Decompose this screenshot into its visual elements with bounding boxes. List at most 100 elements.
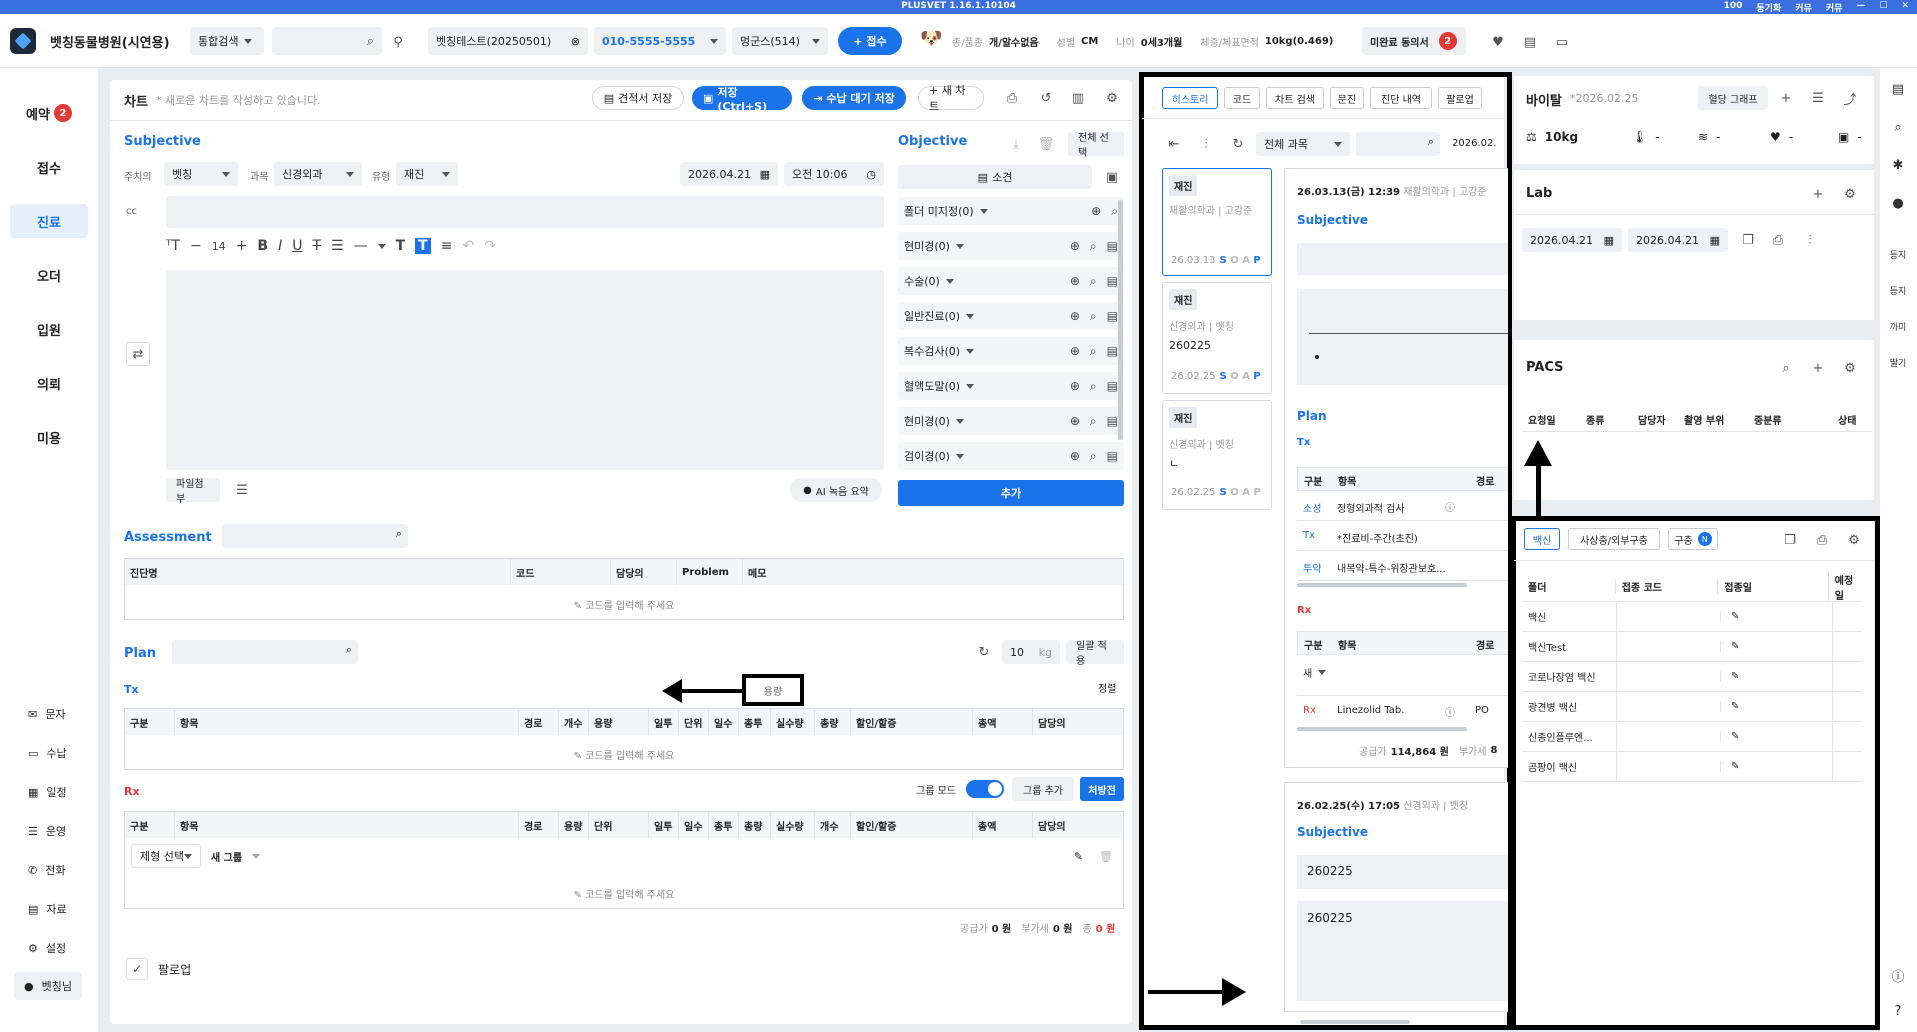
select-all-button[interactable]: 전체 선택 — [1068, 132, 1124, 159]
minimize-icon[interactable]: — — [1856, 1, 1865, 14]
chart-icon[interactable]: ⤴ — [1838, 86, 1862, 110]
assessment-search-input[interactable]: ⌕ — [222, 524, 408, 548]
zoom-icon[interactable]: ⌕ — [1090, 414, 1097, 429]
tab-diagnosis-history[interactable]: 진단 내역 — [1370, 87, 1432, 109]
payment-wait-save-button[interactable]: ⇥ 수납 대기 저장 — [802, 86, 906, 110]
italic-icon[interactable]: I — [278, 238, 282, 254]
columns-icon[interactable]: ▥ — [1066, 86, 1090, 110]
sort-button[interactable]: 정렬 — [1098, 680, 1116, 695]
tab-history[interactable]: 히스토리 — [1162, 87, 1218, 109]
print-icon[interactable]: ⎙ — [1766, 228, 1790, 252]
chevron-down-icon[interactable] — [377, 243, 386, 249]
align-icon[interactable]: ≡ — [441, 238, 453, 254]
gear-icon[interactable]: ⚙ — [1842, 528, 1866, 552]
empty-row[interactable]: ✎ 코드를 입력해 주세요 — [125, 747, 1123, 762]
quick-patient[interactable]: 등지 — [1880, 284, 1916, 297]
table-row[interactable]: 코로나장염 백신 ✎ — [1522, 661, 1862, 692]
redo-icon[interactable]: ↷ — [484, 238, 496, 254]
zoom-icon[interactable]: ⌕ — [1090, 309, 1097, 324]
consent-button[interactable]: 미완료 동의서 2 — [1362, 27, 1466, 55]
card-icon[interactable]: ▭ — [1550, 30, 1574, 54]
scrollbar[interactable] — [1300, 1020, 1410, 1024]
list-icon[interactable]: ☰ — [331, 238, 344, 254]
sync-button[interactable]: 동기화 — [1756, 1, 1781, 14]
sidebar-item-settings[interactable]: ⚙ 설정 — [28, 940, 66, 956]
sidebar-item-schedule[interactable]: ▦ 일정 — [28, 784, 67, 800]
cc-input[interactable] — [166, 196, 884, 228]
print-icon[interactable]: ⎙ — [1000, 86, 1024, 110]
edit-icon[interactable]: ✎ — [1720, 731, 1832, 742]
new-chart-button[interactable]: + 새 차트 — [918, 84, 984, 113]
weight-input[interactable]: 10 kg — [1002, 640, 1060, 664]
tab-deworming[interactable]: 구충 N — [1668, 528, 1718, 550]
sidebar-item-operation[interactable]: ☰ 운영 — [28, 823, 66, 839]
list-icon[interactable]: ☰ — [1806, 86, 1830, 110]
history-card[interactable]: 재진 재활의학과 | 고강준 26.03.13 S O A P — [1162, 168, 1272, 276]
history-card[interactable]: 재진 신경외과 | 벳칭 ㄴ 26.02.25 S O A P — [1162, 400, 1272, 510]
date-input[interactable]: 2026.04.21 ▦ — [680, 162, 778, 186]
add-icon[interactable]: ⊕ — [1091, 204, 1101, 219]
estimate-save-button[interactable]: ▤ 견적서 저장 — [592, 86, 684, 110]
sidebar-item-user[interactable]: ● 벳칭님 — [14, 972, 82, 1000]
sidebar-item-reservation[interactable]: 예약 2 — [10, 96, 88, 130]
underline-icon[interactable]: U — [292, 238, 302, 254]
phone-select[interactable]: 010-5555-5555 — [594, 27, 726, 55]
clear-icon[interactable]: ⊗ — [571, 35, 580, 48]
scrollbar[interactable] — [1297, 727, 1467, 731]
group-add-button[interactable]: 그룹 추가 — [1012, 777, 1074, 801]
empty-row[interactable]: ✎ 코드를 입력해 주세요 — [125, 886, 1123, 901]
zoom-icon[interactable]: ⌕ — [1090, 449, 1097, 464]
form-select[interactable]: 제형 선택 — [131, 844, 201, 868]
list-icon[interactable]: ☰ — [230, 478, 254, 502]
sidebar-item-grooming[interactable]: 미용 — [10, 420, 88, 454]
trash-icon[interactable]: 🗑 — [1099, 850, 1113, 863]
info-icon[interactable]: ⓘ — [1880, 966, 1916, 985]
plan-search-input[interactable]: ⌕ — [172, 640, 358, 664]
sidebar-item-data[interactable]: ▤ 자료 — [28, 901, 67, 917]
gear-icon[interactable]: ⚙ — [1838, 182, 1862, 206]
collapse-icon[interactable]: ⇤ — [1162, 132, 1186, 156]
zoom-icon[interactable]: ⌕ — [1774, 356, 1798, 380]
save-button[interactable]: ▣ 저장(Ctrl+S) — [692, 86, 792, 113]
refresh-icon[interactable]: ↻ — [972, 640, 996, 664]
followup-toggle[interactable]: ✓ 팔로업 — [126, 958, 191, 980]
paw-icon[interactable]: ✱ — [1880, 158, 1916, 173]
objective-folder-row[interactable]: 일반진료(0) ⊕ ⌕ ▤ — [898, 302, 1124, 330]
add-icon[interactable]: + — [1806, 356, 1830, 380]
attach-file-button[interactable]: 파일첨부 — [166, 478, 220, 505]
copy-icon[interactable]: ❐ — [1778, 528, 1802, 552]
print-icon[interactable]: ⎙ — [1810, 528, 1834, 552]
table-row[interactable]: 백신Test ✎ — [1522, 631, 1862, 662]
tab-followup[interactable]: 팔로업 — [1438, 87, 1482, 109]
doctor-select[interactable]: 벳칭 — [164, 162, 238, 186]
add-icon[interactable]: ⊕ — [1070, 344, 1080, 359]
time-input[interactable]: 오전 10:06 ◷ — [784, 162, 884, 186]
sidebar-item-admission[interactable]: 입원 — [10, 312, 88, 346]
pet-select[interactable]: 멍군스(514) — [732, 27, 828, 55]
document-icon[interactable]: ▤ — [1107, 344, 1118, 359]
add-icon[interactable]: ⊕ — [1070, 239, 1080, 254]
quick-patient[interactable]: 까미 — [1880, 320, 1916, 333]
table-row[interactable]: 곰팡이 백신 ✎ — [1522, 751, 1862, 782]
add-icon[interactable]: + — [1806, 182, 1830, 206]
notify-button[interactable]: 커뮤 — [1795, 1, 1812, 14]
advanced-search-icon[interactable]: ⚲ — [386, 30, 410, 54]
add-icon[interactable]: ⊕ — [1070, 274, 1080, 289]
info-icon[interactable]: ⓘ — [1445, 499, 1455, 514]
gear-icon[interactable]: ⚙ — [1838, 356, 1862, 380]
sidebar-item-phone[interactable]: ✆ 전화 — [28, 862, 65, 878]
history-icon[interactable]: ↺ — [1034, 86, 1058, 110]
trash-icon[interactable]: 🗑 — [1034, 132, 1058, 156]
sidebar-item-payment[interactable]: ▭ 수납 — [28, 745, 67, 761]
lab-to-date[interactable]: 2026.04.21 ▦ — [1628, 228, 1728, 252]
refresh-icon[interactable]: ↻ — [1226, 132, 1250, 156]
add-icon[interactable]: ⊕ — [1070, 414, 1080, 429]
search-type-select[interactable]: 통합검색 — [190, 27, 264, 55]
objective-add-button[interactable]: 추가 — [898, 480, 1124, 506]
patient-info-icon[interactable]: ▤ — [1880, 82, 1916, 97]
quick-patient[interactable]: 등지 — [1880, 248, 1916, 261]
ai-summary-button[interactable]: ● AI 녹음 요약 — [790, 478, 882, 502]
document-icon[interactable]: ▤ — [1107, 274, 1118, 289]
highlight-icon[interactable]: T — [415, 238, 431, 254]
table-row[interactable]: 백신 ✎ — [1522, 601, 1862, 632]
